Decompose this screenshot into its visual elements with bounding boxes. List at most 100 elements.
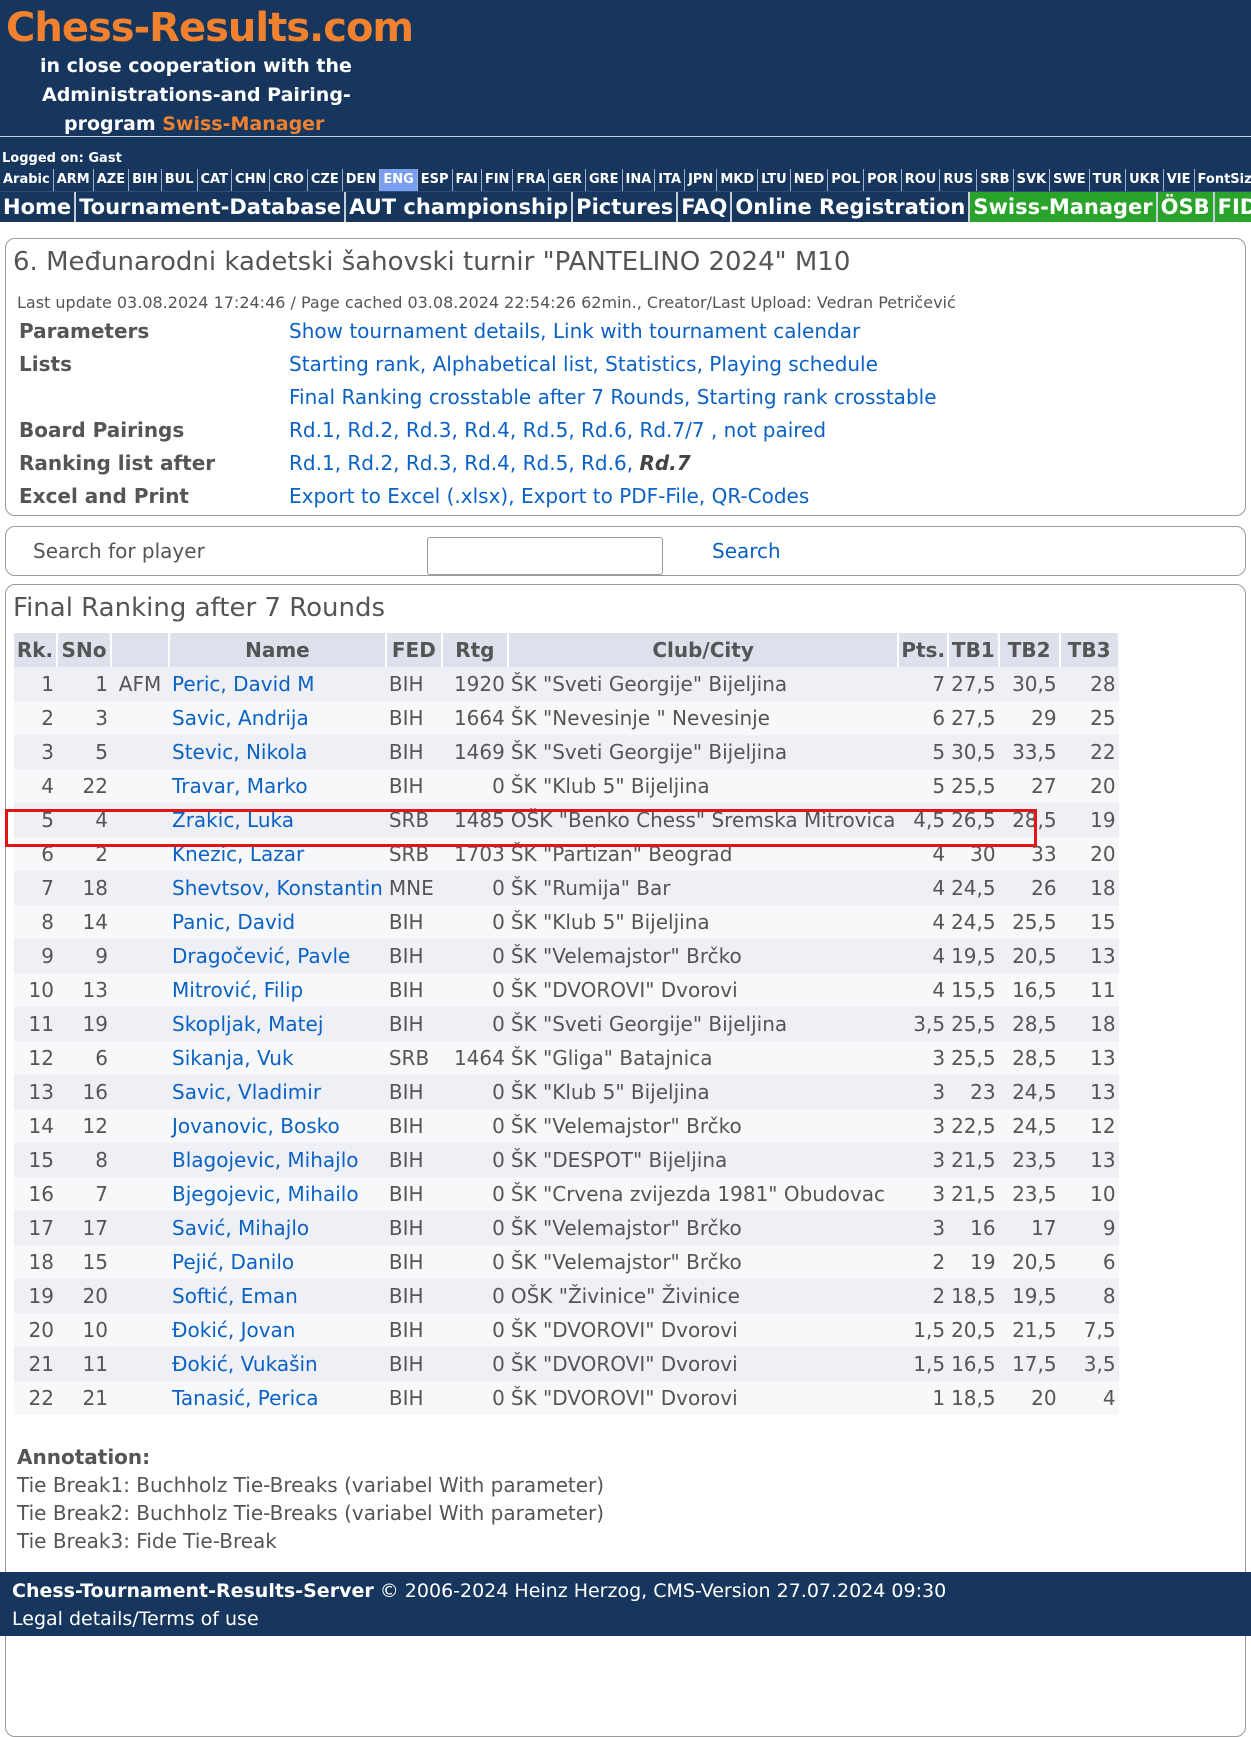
link-rd-1[interactable]: Rd.1 bbox=[289, 451, 335, 475]
nav-fide[interactable]: FIDE bbox=[1214, 192, 1251, 222]
link-rd-6[interactable]: Rd.6 bbox=[581, 418, 627, 442]
cell-tb2: 20 bbox=[998, 1381, 1060, 1415]
cell-name[interactable]: Softić, Eman bbox=[169, 1279, 386, 1313]
language-bih[interactable]: BIH bbox=[129, 169, 162, 191]
cell-name[interactable]: Tanasić, Perica bbox=[169, 1381, 386, 1415]
link-starting-rank[interactable]: Starting rank bbox=[289, 352, 420, 376]
link-not-paired[interactable]: not paired bbox=[724, 418, 826, 442]
cell-tb2: 28,5 bbox=[998, 1007, 1060, 1041]
link-rd-3[interactable]: Rd.3 bbox=[406, 451, 452, 475]
language-ger[interactable]: GER bbox=[549, 169, 586, 191]
link-rd-4[interactable]: Rd.4 bbox=[464, 418, 510, 442]
cell-name[interactable]: Panic, David bbox=[169, 905, 386, 939]
language-ned[interactable]: NED bbox=[791, 169, 829, 191]
link-starting-rank-crosstable[interactable]: Starting rank crosstable bbox=[697, 385, 937, 409]
nav-faq[interactable]: FAQ bbox=[678, 192, 733, 222]
language-fontsize-11p[interactable]: FontSize:11p bbox=[1195, 169, 1251, 191]
link-playing-schedule[interactable]: Playing schedule bbox=[709, 352, 878, 376]
link-rd-6[interactable]: Rd.6 bbox=[581, 451, 627, 475]
cell-name[interactable]: Dragočević, Pavle bbox=[169, 939, 386, 973]
cell-name[interactable]: Peric, David M bbox=[169, 667, 386, 701]
cell-name[interactable]: Blagojevic, Mihajlo bbox=[169, 1143, 386, 1177]
language-ina[interactable]: INA bbox=[623, 169, 656, 191]
link-qr-codes[interactable]: QR-Codes bbox=[712, 484, 810, 508]
cell-name[interactable]: Sikanja, Vuk bbox=[169, 1041, 386, 1075]
nav-swiss-manager[interactable]: Swiss-Manager bbox=[970, 192, 1158, 222]
cell-name[interactable]: Jovanovic, Bosko bbox=[169, 1109, 386, 1143]
nav-pictures[interactable]: Pictures bbox=[573, 192, 679, 222]
language-den[interactable]: DEN bbox=[343, 169, 381, 191]
info-row-lists: Lists Starting rank, Alphabetical list, S… bbox=[19, 352, 878, 376]
language-esp[interactable]: ESP bbox=[418, 169, 453, 191]
link-show-tournament-details[interactable]: Show tournament details bbox=[289, 319, 540, 343]
cell-name[interactable]: Mitrović, Filip bbox=[169, 973, 386, 1007]
language-cro[interactable]: CRO bbox=[270, 169, 308, 191]
link-final-ranking-crosstable-after-7-rounds[interactable]: Final Ranking crosstable after 7 Rounds bbox=[289, 385, 684, 409]
language-pol[interactable]: POL bbox=[828, 169, 865, 191]
language-arabic[interactable]: Arabic bbox=[0, 169, 54, 191]
cell-name[interactable]: Bjegojevic, Mihailo bbox=[169, 1177, 386, 1211]
language-ukr[interactable]: UKR bbox=[1126, 169, 1164, 191]
link-link-with-tournament-calendar[interactable]: Link with tournament calendar bbox=[553, 319, 860, 343]
language-ltu[interactable]: LTU bbox=[758, 169, 791, 191]
search-button[interactable]: Search bbox=[712, 539, 781, 563]
language-chn[interactable]: CHN bbox=[232, 169, 271, 191]
nav-home[interactable]: Home bbox=[0, 192, 77, 222]
link-export-to-excel-xlsx[interactable]: Export to Excel (.xlsx) bbox=[289, 484, 508, 508]
logged-on-status: Logged on: Gast bbox=[0, 149, 1251, 169]
link-rd-1[interactable]: Rd.1 bbox=[289, 418, 335, 442]
chess-results-logo[interactable]: Chess-Results.com in close cooperation w… bbox=[6, 4, 414, 139]
cell-tb2: 28,5 bbox=[998, 1041, 1060, 1075]
language-bul[interactable]: BUL bbox=[162, 169, 198, 191]
cell-name[interactable]: Savic, Vladimir bbox=[169, 1075, 386, 1109]
language-por[interactable]: POR bbox=[864, 169, 902, 191]
language-gre[interactable]: GRE bbox=[586, 169, 623, 191]
link-rd-7-7[interactable]: Rd.7/7 bbox=[639, 418, 711, 442]
language-mkd[interactable]: MKD bbox=[717, 169, 759, 191]
cell-name[interactable]: Pejić, Danilo bbox=[169, 1245, 386, 1279]
cell-start-number: 20 bbox=[57, 1279, 111, 1313]
language-cat[interactable]: CAT bbox=[198, 169, 232, 191]
language-swe[interactable]: SWE bbox=[1050, 169, 1090, 191]
link-rd-3[interactable]: Rd.3 bbox=[406, 418, 452, 442]
cell-title bbox=[111, 939, 169, 973]
language-ita[interactable]: ITA bbox=[655, 169, 686, 191]
link-rd-2[interactable]: Rd.2 bbox=[347, 418, 393, 442]
nav-sb[interactable]: ÖSB bbox=[1157, 192, 1215, 222]
link-rd-5[interactable]: Rd.5 bbox=[523, 451, 569, 475]
language-rus[interactable]: RUS bbox=[940, 169, 978, 191]
language-svk[interactable]: SVK bbox=[1014, 169, 1051, 191]
language-arm[interactable]: ARM bbox=[54, 169, 94, 191]
legal-details-link[interactable]: Legal details/Terms of use bbox=[12, 1608, 259, 1630]
link-alphabetical-list[interactable]: Alphabetical list bbox=[433, 352, 593, 376]
nav-online-registration[interactable]: Online Registration bbox=[732, 192, 971, 222]
language-aze[interactable]: AZE bbox=[94, 169, 130, 191]
link-rd-2[interactable]: Rd.2 bbox=[347, 451, 393, 475]
language-jpn[interactable]: JPN bbox=[685, 169, 718, 191]
cell-name[interactable]: Savic, Andrija bbox=[169, 701, 386, 735]
language-eng[interactable]: ENG bbox=[380, 169, 418, 191]
nav-tournament-database[interactable]: Tournament-Database bbox=[76, 192, 347, 222]
link-rd-4[interactable]: Rd.4 bbox=[464, 451, 510, 475]
cell-name[interactable]: Savić, Mihajlo bbox=[169, 1211, 386, 1245]
language-vie[interactable]: VIE bbox=[1164, 169, 1195, 191]
language-srb[interactable]: SRB bbox=[977, 169, 1014, 191]
cell-name[interactable]: Đokić, Vukašin bbox=[169, 1347, 386, 1381]
language-tur[interactable]: TUR bbox=[1090, 169, 1127, 191]
cell-name[interactable]: Travar, Marko bbox=[169, 769, 386, 803]
language-rou[interactable]: ROU bbox=[902, 169, 941, 191]
link-rd-5[interactable]: Rd.5 bbox=[523, 418, 569, 442]
link-statistics[interactable]: Statistics bbox=[605, 352, 696, 376]
cell-name[interactable]: Shevtsov, Konstantin bbox=[169, 871, 386, 905]
link-export-to-pdf-file[interactable]: Export to PDF-File bbox=[521, 484, 699, 508]
cell-name[interactable]: Skopljak, Matej bbox=[169, 1007, 386, 1041]
language-fra[interactable]: FRA bbox=[513, 169, 550, 191]
language-cze[interactable]: CZE bbox=[308, 169, 343, 191]
language-fai[interactable]: FAI bbox=[453, 169, 482, 191]
cell-name[interactable]: Đokić, Jovan bbox=[169, 1313, 386, 1347]
cell-name[interactable]: Stevic, Nikola bbox=[169, 735, 386, 769]
search-player-input[interactable] bbox=[427, 537, 663, 575]
language-fin[interactable]: FIN bbox=[482, 169, 514, 191]
nav-aut-championship[interactable]: AUT championship bbox=[346, 192, 574, 222]
cell-federation: BIH bbox=[385, 973, 442, 1007]
